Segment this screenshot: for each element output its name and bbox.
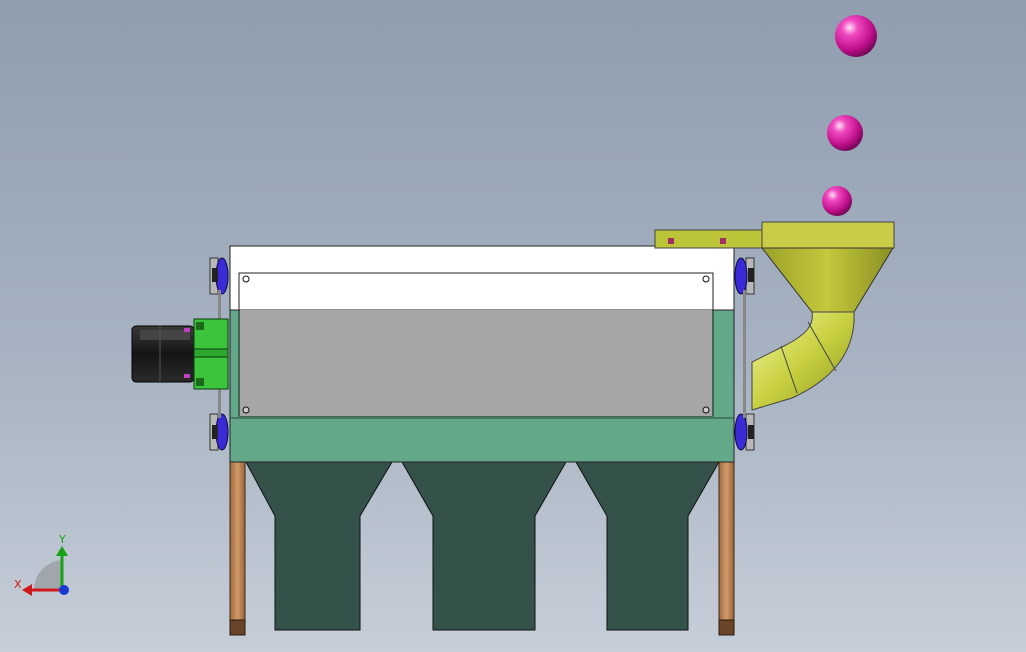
discharge-hopper-right[interactable] — [575, 461, 720, 631]
pulley-right-top[interactable] — [734, 257, 755, 295]
right-leg[interactable] — [718, 461, 735, 636]
left-leg[interactable] — [229, 461, 246, 636]
pulley-left-top[interactable] — [209, 257, 229, 295]
triad-y-label: Y — [58, 533, 66, 546]
falling-ball-bottom[interactable] — [822, 186, 852, 216]
gearbox[interactable] — [193, 318, 229, 390]
belt-right — [743, 290, 746, 418]
pulley-right-bottom[interactable] — [734, 413, 755, 451]
pulley-left-bottom[interactable] — [209, 413, 229, 451]
drive-motor[interactable] — [131, 325, 195, 383]
discharge-hopper-left[interactable] — [245, 461, 393, 631]
falling-ball-middle[interactable] — [827, 115, 863, 151]
falling-ball-top[interactable] — [835, 15, 877, 57]
cad-graphics-area[interactable]: X Y — [0, 0, 1026, 652]
coordinate-triad-icon: X Y — [14, 533, 69, 596]
triad-x-label: X — [14, 578, 22, 591]
discharge-hopper-center[interactable] — [401, 461, 567, 631]
